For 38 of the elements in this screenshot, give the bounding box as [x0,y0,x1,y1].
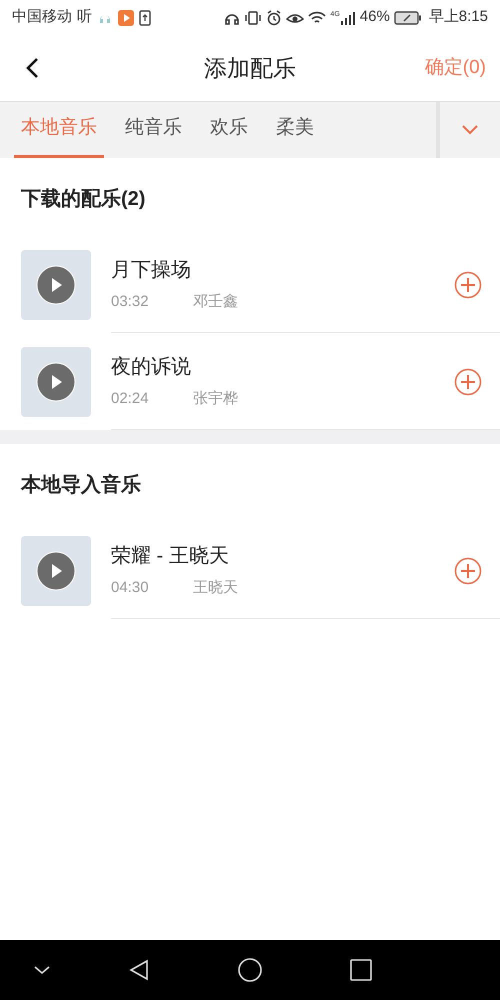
vibrate-icon [244,10,262,26]
upload-notification-icon [139,10,151,26]
section-heading: 本地导入音乐 [20,472,142,498]
section-heading: 下载的配乐(2) [20,186,146,212]
track-duration: 03:32 [111,292,150,312]
category-tab[interactable]: 欢乐 [203,102,255,158]
carrier-name: 中国移动 [12,7,72,28]
track-title: 月下操场 [111,258,192,284]
add-icon[interactable] [454,556,482,584]
add-icon[interactable] [454,270,482,298]
add-icon[interactable] [454,368,482,396]
play-thumbnail[interactable] [21,536,91,606]
back-navigation-icon[interactable] [129,959,149,981]
play-notification-icon [118,10,134,26]
app-notification-label: 听 [77,7,92,28]
page-title: 添加配乐 [204,54,296,83]
track-artist: 张宇桦 [193,389,238,410]
track-title: 夜的诉说 [111,355,192,380]
play-thumbnail[interactable] [21,250,91,320]
play-thumbnail[interactable] [21,346,91,416]
track-artist: 王晓天 [193,578,238,598]
track-artist: 邓壬鑫 [193,292,238,312]
hide-navigation-icon[interactable] [33,965,51,975]
caret-icon [461,124,479,136]
home-navigation-icon[interactable] [238,958,262,982]
signal-icon [340,10,356,24]
category-tab[interactable]: 柔美 [269,102,321,158]
recent-apps-navigation-icon[interactable] [350,959,372,981]
category-tab[interactable]: 纯音乐 [118,102,189,158]
track-duration: 02:24 [111,389,150,410]
battery-percent: 46% [360,7,390,28]
alarm-icon [266,10,282,26]
track-duration: 04:30 [111,578,150,598]
wifi-icon [308,10,326,24]
back-icon[interactable] [25,56,41,80]
battery-icon [394,10,422,24]
clock-time: 早上8:15 [428,7,488,28]
track-title: 荣耀 - 王晓天 [111,544,230,570]
